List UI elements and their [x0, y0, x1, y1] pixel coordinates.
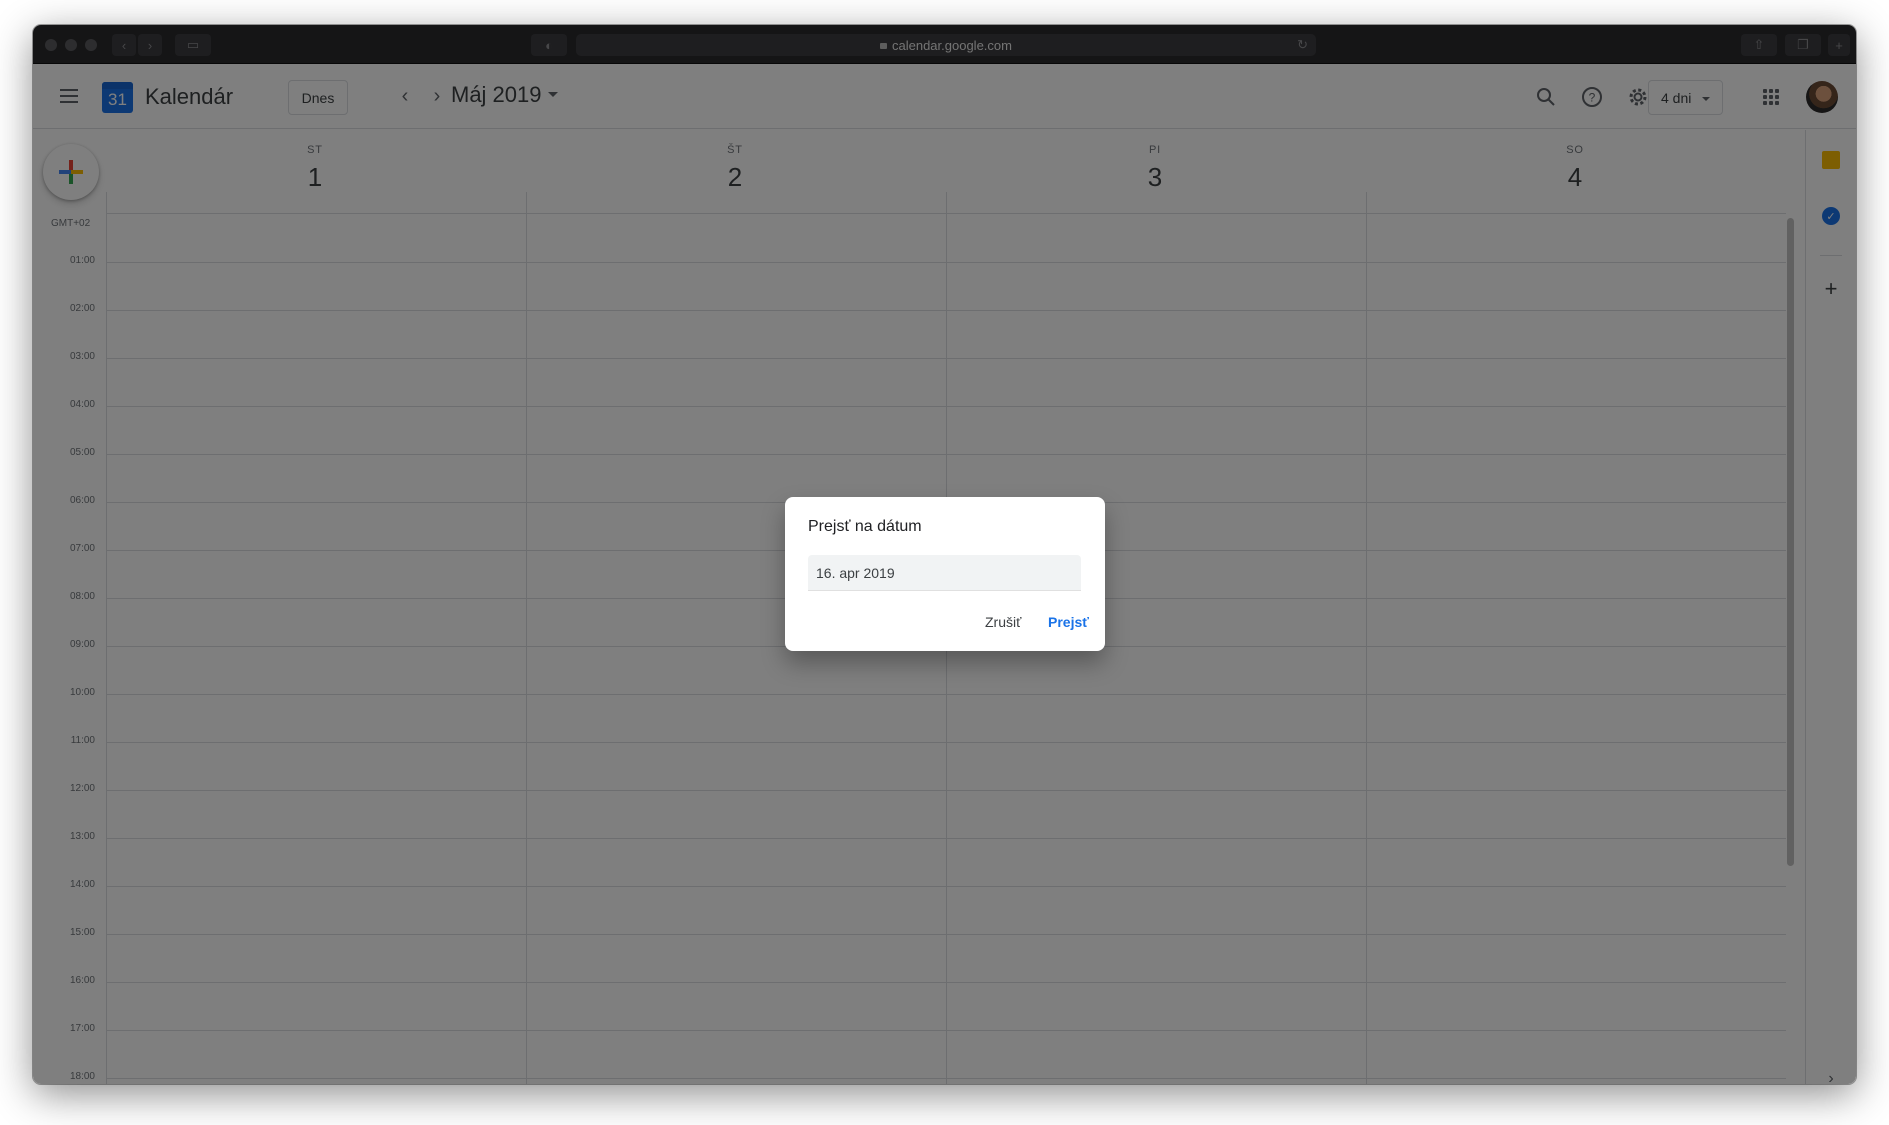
cancel-button[interactable]: Zrušiť [985, 614, 1021, 630]
date-input[interactable] [808, 555, 1081, 591]
dialog-title: Prejsť na dátum [808, 518, 922, 535]
go-button[interactable]: Prejsť [1048, 614, 1089, 630]
go-to-date-dialog: Prejsť na dátum Zrušiť Prejsť [785, 497, 1105, 651]
browser-window: ‹ › ▭ ◐ calendar.google.com ↻ ⇧ ❐ + 31 K… [33, 25, 1856, 1084]
